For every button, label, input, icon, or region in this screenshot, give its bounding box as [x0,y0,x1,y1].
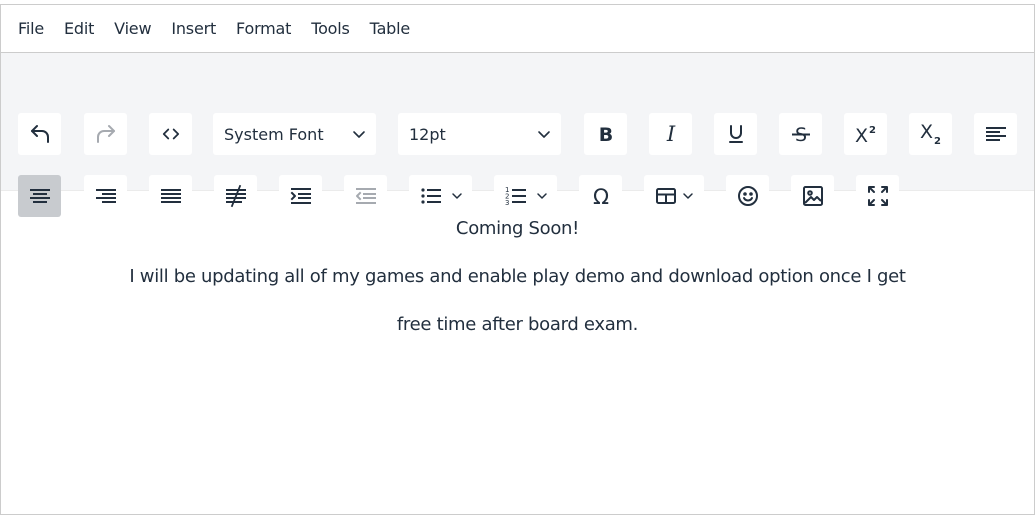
underline-button[interactable] [714,113,757,155]
content-heading: Coming Soon! [455,218,580,239]
content-paragraph: free time after board exam. [396,314,639,335]
source-code-button[interactable] [149,113,192,155]
svg-text:2: 2 [869,125,876,136]
menu-table[interactable]: Table [360,13,420,44]
undo-icon [30,125,49,143]
menu-insert[interactable]: Insert [161,13,226,44]
underline-icon [728,125,743,143]
align-left-button[interactable] [974,113,1017,155]
statusbar [0,514,1035,526]
code-icon [162,128,179,140]
menu-edit[interactable]: Edit [54,13,104,44]
font-size-select[interactable]: 12pt [398,113,561,155]
svg-text:X: X [855,125,868,146]
subscript-icon: X2 [920,122,941,146]
font-family-select[interactable]: System Font [213,113,376,155]
svg-text:I: I [665,122,675,146]
strikethrough-button[interactable]: S [779,113,822,155]
font-family-value: System Font [224,124,324,144]
chevron-down-icon [353,131,365,138]
italic-icon: I [665,122,675,146]
superscript-button[interactable]: X2 [844,113,887,155]
align-left-icon [985,127,1006,141]
menu-format[interactable]: Format [226,13,301,44]
subscript-button[interactable]: X2 [909,113,952,155]
svg-text:X: X [920,122,933,143]
bold-icon: B [598,124,612,146]
menubar: File Edit View Insert Format Tools Table [1,5,1034,53]
strikethrough-icon: S [791,124,810,146]
rich-text-editor: File Edit View Insert Format Tools Table… [0,4,1035,526]
menu-tools[interactable]: Tools [301,13,359,44]
superscript-icon: X2 [855,125,876,146]
content-paragraph: I will be updating all of my games and e… [129,266,906,287]
bold-button[interactable]: B [584,113,627,155]
menu-view[interactable]: View [104,13,161,44]
toolbar: System Font 12pt B I S X2 X2 1 2 3 Ω [1,53,1034,217]
editor-content-area[interactable]: Coming Soon! I will be updating all of m… [1,192,1034,522]
redo-icon [96,125,115,143]
redo-button[interactable] [84,113,127,155]
undo-button[interactable] [18,113,61,155]
italic-button[interactable]: I [649,113,692,155]
svg-text:2: 2 [934,136,941,146]
menu-file[interactable]: File [8,13,54,44]
svg-text:B: B [598,124,612,146]
font-size-value: 12pt [409,124,446,144]
chevron-down-icon [538,131,550,138]
